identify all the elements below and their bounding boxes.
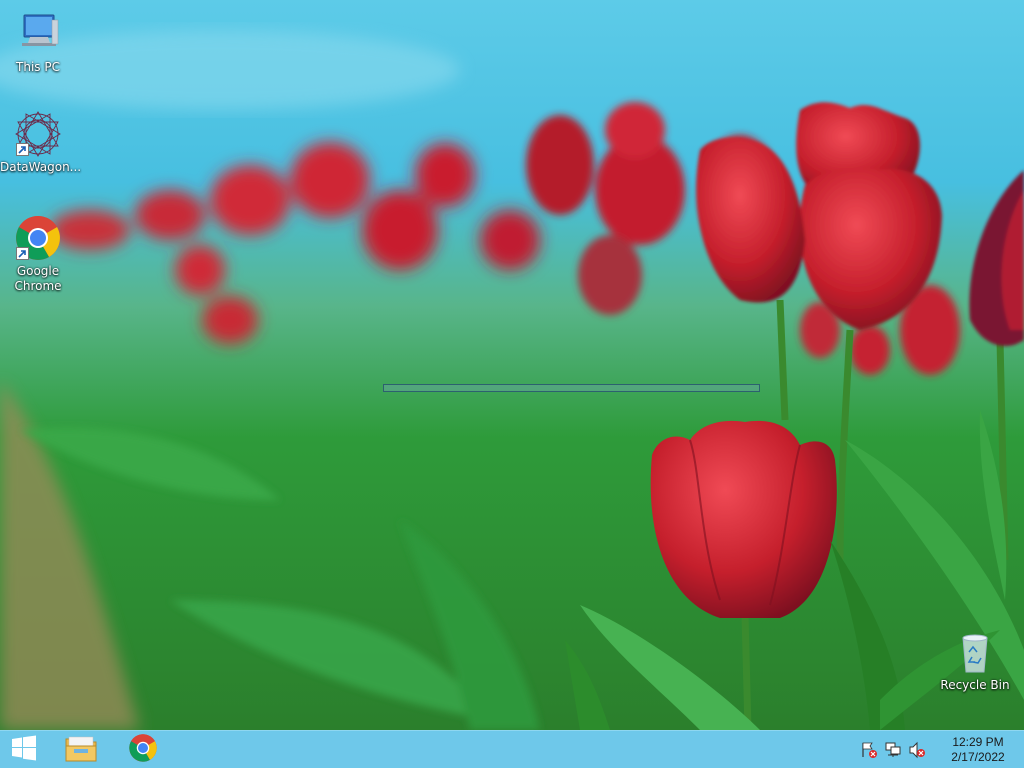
shortcut-arrow-icon <box>16 247 29 260</box>
volume-muted-icon[interactable] <box>908 741 926 759</box>
system-tray: 12:29 PM 2/17/2022 <box>860 731 1024 769</box>
desktop-icon-label: Recycle Bin <box>940 678 1010 692</box>
desktop-icon-label: DataWagon... <box>0 160 82 174</box>
desktop[interactable]: This PC DataWagon... Google Chrome Recyc… <box>0 0 1024 730</box>
desktop-icon-google-chrome[interactable]: Google Chrome <box>0 214 76 294</box>
start-button[interactable] <box>0 733 48 767</box>
action-center-flag-icon[interactable] <box>860 741 878 759</box>
desktop-icon-label: Google Chrome <box>14 264 62 293</box>
desktop-icon-datawagon[interactable]: DataWagon... <box>0 110 82 175</box>
shortcut-arrow-icon <box>16 143 29 156</box>
recycle-bin-icon <box>951 628 999 676</box>
file-explorer-icon <box>65 734 97 766</box>
datawagon-icon <box>14 110 62 158</box>
taskbar-file-explorer-button[interactable] <box>57 733 105 767</box>
chrome-icon <box>14 214 62 262</box>
clock-date: 2/17/2022 <box>951 750 1005 764</box>
clock-time: 12:29 PM <box>952 735 1004 749</box>
progress-indicator-strip <box>383 384 760 392</box>
this-pc-icon <box>14 10 62 58</box>
desktop-icon-this-pc[interactable]: This PC <box>0 10 76 75</box>
start-windows-icon <box>11 735 37 765</box>
clock[interactable]: 12:29 PM 2/17/2022 <box>932 735 1024 765</box>
taskbar: 12:29 PM 2/17/2022 <box>0 730 1024 768</box>
desktop-icon-recycle-bin[interactable]: Recycle Bin <box>937 628 1013 693</box>
network-icon[interactable] <box>884 741 902 759</box>
taskbar-chrome-button[interactable] <box>119 733 167 767</box>
wallpaper-tulips <box>0 0 1024 730</box>
chrome-icon <box>128 733 158 767</box>
desktop-icon-label: This PC <box>16 60 60 74</box>
